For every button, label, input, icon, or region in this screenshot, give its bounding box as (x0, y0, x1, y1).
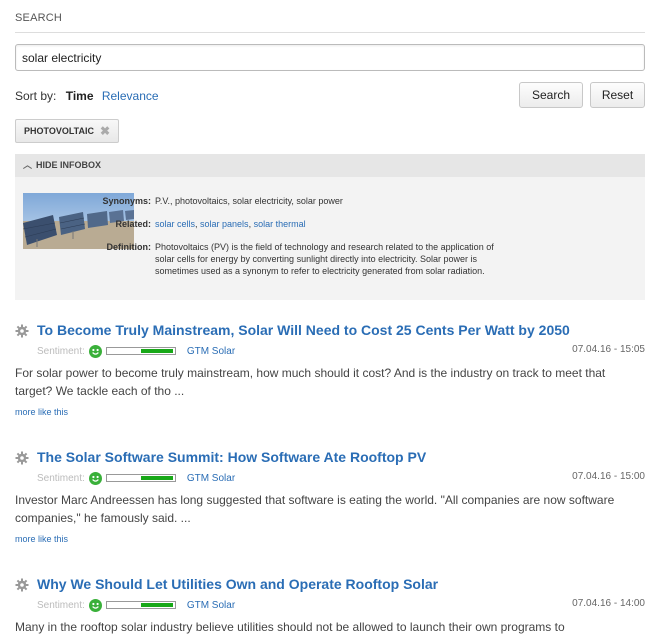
result-meta: Sentiment: GTM Solar (37, 598, 235, 612)
result-meta: Sentiment: GTM Solar (37, 471, 235, 485)
search-input[interactable] (15, 44, 645, 71)
definition-line: sometimes used as a synonym to refer to … (155, 266, 485, 276)
definition-key: Definition: (106, 242, 152, 252)
result-source[interactable]: GTM Solar (187, 473, 235, 484)
sentiment-fill (140, 349, 173, 353)
sort-label: Sort by: (15, 89, 57, 103)
definition-line: Photovoltaics (PV) is the field of techn… (155, 242, 494, 252)
definition-line: solar cells for energy by converting sun… (155, 254, 477, 264)
synonyms-value: P.V., photovoltaics, solar electricity, … (155, 196, 343, 206)
sentiment-bar (105, 601, 176, 609)
sentiment-fill (140, 603, 173, 607)
search-button[interactable]: Search (519, 82, 583, 108)
hide-infobox-toggle[interactable]: ︿ HIDE INFOBOX (15, 154, 645, 177)
result-snippet: For solar power to become truly mainstre… (15, 366, 606, 398)
hide-infobox-label: HIDE INFOBOX (36, 160, 102, 170)
more-like-this-link[interactable]: more like this (15, 407, 68, 417)
related-link[interactable]: solar panels (200, 219, 249, 229)
result-meta: Sentiment: GTM Solar (37, 344, 235, 358)
result-date: 07.04.16 - 15:00 (572, 471, 645, 482)
result-snippet: Investor Marc Andreessen has long sugges… (15, 493, 615, 525)
reset-button[interactable]: Reset (590, 82, 645, 108)
sentiment-bar (105, 474, 176, 482)
infobox: ︿ HIDE INFOBOX Synonyms: P.V., photovolta… (15, 154, 645, 300)
result-source[interactable]: GTM Solar (187, 346, 235, 357)
sort-bar: Sort by: Time Relevance (15, 89, 159, 103)
definition-value: Photovoltaics (PV) is the field of techn… (155, 241, 635, 277)
result-item: The Solar Software Summit: How Software … (15, 449, 645, 561)
result-snippet: Many in the rooftop solar industry belie… (15, 620, 565, 634)
result-title[interactable]: Why We Should Let Utilities Own and Oper… (37, 576, 438, 592)
close-icon[interactable]: ✖ (100, 124, 110, 138)
result-title[interactable]: The Solar Software Summit: How Software … (37, 449, 426, 465)
more-like-this-link[interactable]: more like this (15, 534, 68, 544)
sentiment-label: Sentiment: (37, 599, 85, 611)
sentiment-label: Sentiment: (37, 345, 85, 357)
result-source[interactable]: GTM Solar (187, 600, 235, 611)
related-link[interactable]: solar thermal (254, 219, 306, 229)
related-key: Related: (115, 219, 151, 229)
sort-option-time[interactable]: Time (66, 89, 94, 103)
related-link[interactable]: solar cells (155, 219, 195, 229)
smiley-icon (88, 471, 102, 485)
gear-icon[interactable] (15, 324, 29, 338)
filter-tag-label: PHOTOVOLTAIC (24, 126, 95, 136)
sort-option-relevance[interactable]: Relevance (102, 89, 159, 103)
sentiment-bar (105, 347, 176, 355)
result-date: 07.04.16 - 14:00 (572, 598, 645, 609)
sentiment-fill (140, 476, 173, 480)
chevron-up-icon: ︿ (23, 160, 33, 170)
sentiment-label: Sentiment: (37, 472, 85, 484)
filter-tag: PHOTOVOLTAIC ✖ (15, 119, 120, 143)
gear-icon[interactable] (15, 451, 29, 465)
smiley-icon (88, 598, 102, 612)
result-title[interactable]: To Become Truly Mainstream, Solar Will N… (37, 322, 570, 338)
divider (15, 32, 645, 33)
search-header: SEARCH (15, 12, 63, 24)
smiley-icon (88, 344, 102, 358)
result-item: Why We Should Let Utilities Own and Oper… (15, 576, 645, 641)
related-values: solar cells, solar panels, solar thermal (155, 219, 306, 229)
synonyms-key: Synonyms: (102, 196, 151, 206)
gear-icon[interactable] (15, 578, 29, 592)
result-date: 07.04.16 - 15:05 (572, 344, 645, 355)
result-item: To Become Truly Mainstream, Solar Will N… (15, 322, 645, 434)
